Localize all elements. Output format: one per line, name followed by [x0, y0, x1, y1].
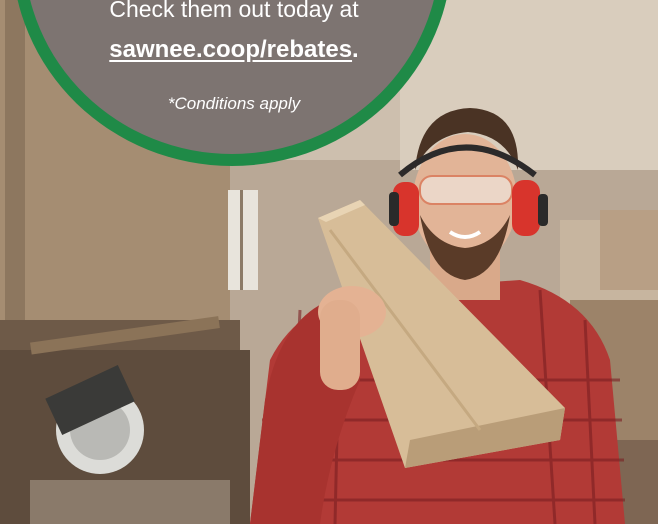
promo-link-line: sawnee.coop/rebates.: [0, 36, 468, 64]
rebates-link[interactable]: sawnee.coop/rebates: [109, 36, 352, 63]
promo-banner: Check them out today at sawnee.coop/reba…: [0, 0, 658, 524]
conditions-note: *Conditions apply: [167, 94, 301, 113]
link-period: .: [352, 36, 359, 63]
promo-headline: Check them out today at: [109, 0, 359, 22]
